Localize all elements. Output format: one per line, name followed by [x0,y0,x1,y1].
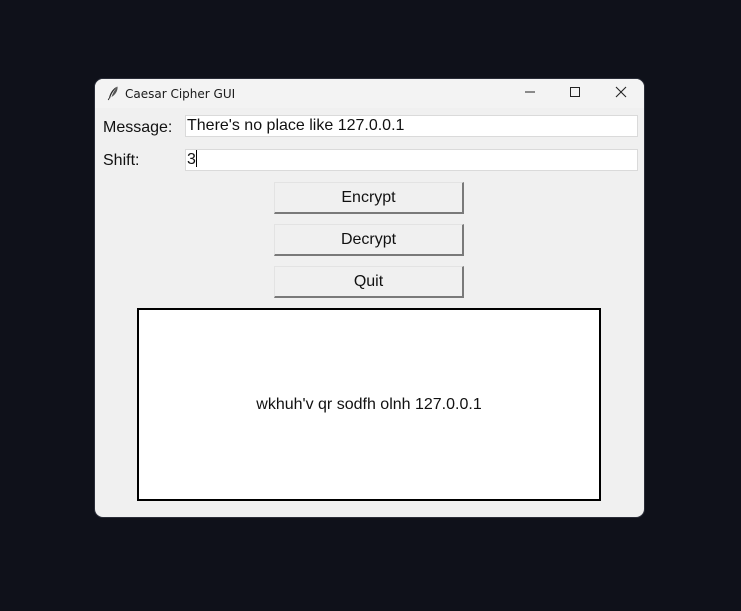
decrypt-button[interactable]: Decrypt [274,224,464,256]
minimize-icon [524,85,536,103]
shift-value: 3 [187,151,196,168]
close-icon [615,85,627,103]
quit-button[interactable]: Quit [274,266,464,298]
message-label: Message: [103,119,173,136]
minimize-button[interactable] [507,79,553,108]
app-window: Caesar Cipher GUI Message: Shift: 3 Encr… [95,79,644,517]
encrypt-button[interactable]: Encrypt [274,182,464,214]
text-caret [195,150,197,167]
message-input[interactable] [185,115,638,137]
maximize-button[interactable] [552,79,598,108]
shift-input[interactable]: 3 [185,149,638,171]
title-bar[interactable]: Caesar Cipher GUI [95,79,644,108]
feather-icon [105,85,121,101]
output-text: wkhuh'v qr sodfh olnh 127.0.0.1 [256,395,482,413]
shift-label: Shift: [103,152,140,169]
maximize-icon [569,85,581,103]
close-button[interactable] [598,79,644,108]
output-panel: wkhuh'v qr sodfh olnh 127.0.0.1 [137,308,601,501]
window-title: Caesar Cipher GUI [125,87,236,101]
